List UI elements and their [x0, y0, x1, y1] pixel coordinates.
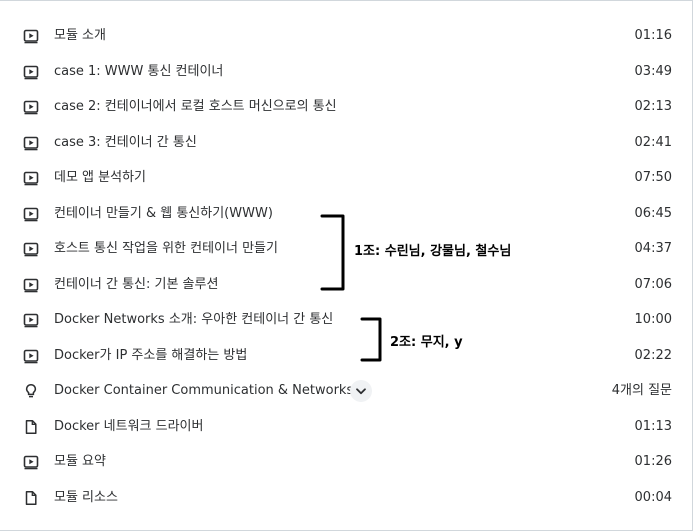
lecture-title: 데모 앱 분석하기 [54, 170, 146, 185]
lecture-title: case 2: 컨테이너에서 로컬 호스트 머신으로의 통신 [54, 99, 337, 114]
lecture-duration: 07:06 [634, 276, 672, 292]
lecture-title: 모듈 리소스 [54, 489, 118, 505]
lecture-duration: 02:13 [634, 99, 672, 114]
play-video-icon [23, 99, 39, 115]
lecture-item[interactable]: case 3: 컨테이너 간 통신 02:41 [0, 125, 693, 161]
lecture-item[interactable]: 모듈 요약 01:26 [0, 444, 693, 480]
play-video-icon [23, 454, 39, 470]
lecture-item[interactable]: case 2: 컨테이너에서 로컬 호스트 머신으로의 통신 02:13 [0, 89, 693, 125]
play-video-icon [23, 135, 39, 151]
lecture-title: Docker Container Communication & Network… [54, 383, 354, 398]
lecture-item[interactable]: Docker가 IP 주소를 해결하는 방법 02:22 [0, 338, 693, 374]
lightbulb-icon [23, 383, 39, 399]
lecture-title: 컨테이너 만들기 & 웹 통신하기(WWW) [54, 205, 273, 221]
lecture-title: Docker Networks 소개: 우아한 컨테이너 간 통신 [54, 312, 334, 327]
lecture-duration: 10:00 [634, 312, 672, 327]
lecture-title: case 3: 컨테이너 간 통신 [54, 134, 197, 150]
play-video-icon [23, 348, 39, 364]
lecture-item[interactable]: case 1: WWW 통신 컨테이너 03:49 [0, 54, 693, 90]
lecture-title: 모듈 소개 [54, 28, 106, 43]
lecture-duration: 01:26 [634, 454, 672, 469]
lecture-title: case 1: WWW 통신 컨테이너 [54, 63, 224, 79]
lecture-item[interactable]: 데모 앱 분석하기 07:50 [0, 160, 693, 196]
play-video-icon [23, 28, 39, 44]
lecture-duration: 01:16 [634, 28, 672, 43]
lecture-duration: 06:45 [634, 205, 672, 221]
lecture-duration: 02:41 [634, 134, 672, 150]
lecture-item[interactable]: 모듈 리소스 00:04 [0, 480, 693, 516]
lecture-duration: 04:37 [634, 241, 672, 256]
play-video-icon [23, 241, 39, 257]
play-video-icon [23, 64, 39, 80]
play-video-icon [23, 312, 39, 328]
group2-bracket [360, 317, 382, 362]
lecture-item[interactable]: 모듈 소개 01:16 [0, 18, 693, 54]
play-video-icon [23, 277, 39, 293]
lecture-item[interactable]: Docker Container Communication & Network… [0, 373, 693, 409]
lecture-title: 모듈 요약 [54, 454, 106, 469]
lecture-duration: 01:13 [634, 418, 672, 434]
lecture-duration: 00:04 [634, 489, 672, 505]
lecture-item[interactable]: Docker Networks 소개: 우아한 컨테이너 간 통신 10:00 [0, 302, 693, 338]
group1-annotation: 1조: 수린님, 강물님, 철수님 [354, 244, 512, 259]
lecture-item[interactable]: Docker 네트워크 드라이버 01:13 [0, 409, 693, 445]
group1-bracket [320, 214, 345, 291]
lecture-duration: 03:49 [634, 63, 672, 79]
play-video-icon [23, 206, 39, 222]
lecture-title: 컨테이너 간 통신: 기본 솔루션 [54, 276, 219, 292]
group2-annotation: 2조: 무지, y [390, 335, 463, 350]
play-video-icon [23, 170, 39, 186]
question-count: 4개의 질문 [611, 383, 672, 398]
document-icon [23, 419, 39, 435]
lecture-title: Docker가 IP 주소를 해결하는 방법 [54, 347, 248, 363]
document-icon [23, 490, 39, 506]
lecture-duration: 07:50 [634, 170, 672, 185]
lecture-title: Docker 네트워크 드라이버 [54, 418, 204, 434]
lecture-title: 호스트 통신 작업을 위한 컨테이너 만들기 [54, 241, 278, 256]
chevron-down-icon[interactable] [350, 380, 372, 402]
lecture-duration: 02:22 [634, 347, 672, 363]
